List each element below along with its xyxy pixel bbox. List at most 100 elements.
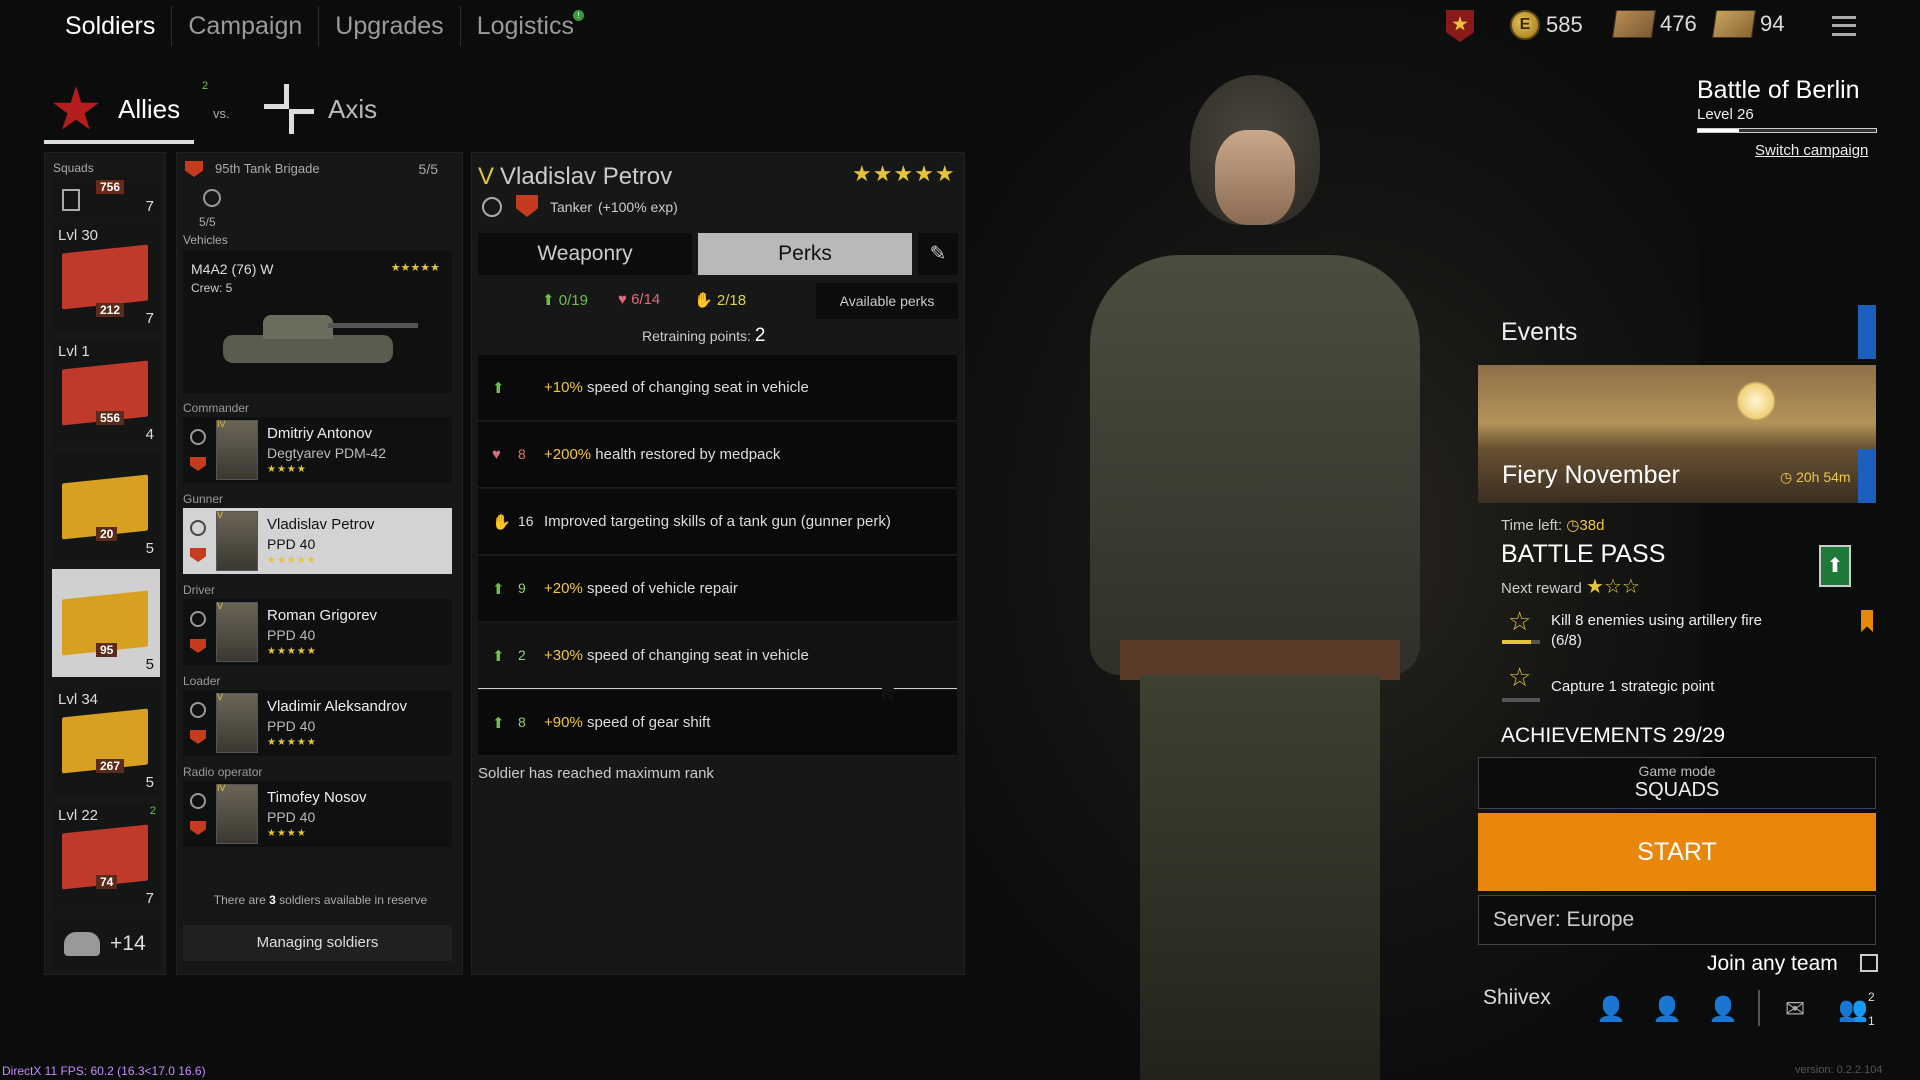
rank-badge-icon (190, 548, 206, 562)
tab-perks[interactable]: Perks (698, 233, 912, 275)
squad-card-1[interactable]: 756 7 (52, 177, 160, 219)
perk-description: +10% speed of changing seat in vehicle (544, 379, 809, 396)
soldier-stars: ★★★★★ (267, 555, 317, 566)
perk-row[interactable]: ⬆ +10% speed of changing seat in vehicle (478, 355, 957, 421)
event-accent-bar (1858, 449, 1876, 503)
soldier-row-commander[interactable]: IV Dmitriy Antonov Degtyarev PDM-42 ★★★★ (183, 417, 452, 483)
tab-campaign[interactable]: Campaign (172, 6, 320, 46)
faction-axis[interactable]: Axis (262, 82, 392, 138)
squad-card-7[interactable]: Lvl 22 2 74 7 (52, 803, 160, 911)
list-icon (62, 189, 80, 211)
squad-badge: 2 (149, 805, 156, 817)
coins[interactable]: E 585 (1510, 10, 1583, 40)
tab-upgrades[interactable]: Upgrades (319, 6, 461, 46)
role-driver: Driver (183, 583, 215, 597)
soldier-portrait (216, 784, 258, 844)
tab-soldiers[interactable]: Soldiers (50, 6, 173, 46)
steering-wheel-icon (203, 189, 221, 207)
more-squads-count: +14 (110, 932, 146, 955)
squad-card-6[interactable]: Lvl 34 267 5 (52, 687, 160, 795)
tab-logistics[interactable]: Logistics! (461, 6, 590, 46)
perk-row[interactable]: ⬆ 8 +90% speed of gear shift (478, 690, 957, 756)
join-any-team-checkbox[interactable] (1860, 954, 1878, 972)
perk-stat-handling: ✋ 2/18 (694, 291, 746, 309)
vehicle-crew: Crew: 5 (191, 281, 233, 295)
boot-icon: ⬆ (492, 581, 505, 598)
tickets-b[interactable]: 94 (1712, 10, 1784, 38)
soldier-row-radio-operator[interactable]: IV Timofey Nosov PPD 40 ★★★★ (183, 781, 452, 847)
soldier-name: Roman Grigorev (267, 607, 378, 624)
perk-text: speed of vehicle repair (582, 580, 738, 597)
perk-description: +30% speed of changing seat in vehicle (544, 647, 809, 664)
rank-badge-icon (190, 821, 206, 835)
perk-stat-mobility: ⬆ 0/19 (542, 291, 588, 309)
available-perks-button[interactable]: Available perks (816, 283, 958, 319)
perk-text: speed of changing seat in vehicle (582, 379, 809, 396)
soldier-row-driver[interactable]: V Roman Grigorev PPD 40 ★★★★★ (183, 599, 452, 665)
rank-badge-icon (190, 457, 206, 471)
game-mode-selector[interactable]: Game mode SQUADS (1478, 757, 1876, 809)
brigade-capacity: 5/5 (418, 161, 438, 177)
soldier-title-stars: ★★★★★ (852, 161, 956, 186)
heart-icon: ♥ (618, 291, 627, 308)
perk-row[interactable]: ♥ 8 +200% health restored by medpack (478, 422, 957, 488)
main-nav: Soldiers Campaign Upgrades Logistics! (50, 0, 590, 52)
vehicle-card[interactable]: M4A2 (76) W ★★★★★ Crew: 5 (183, 251, 452, 393)
battle-pass-upgrade-icon[interactable]: ⬆ (1819, 545, 1851, 587)
perk-row[interactable]: ⬆ 9 +20% speed of vehicle repair (478, 556, 957, 622)
tickets-a[interactable]: 476 (1612, 10, 1697, 38)
soldier-name: Vladislav Petrov (267, 516, 375, 533)
friends-icon[interactable]: 👥 (1836, 995, 1870, 1025)
squads-panel: Squads 756 7 Lvl 30 212 7 Lvl 1 556 4 20… (44, 152, 166, 975)
squad-card-2[interactable]: Lvl 30 212 7 (52, 223, 160, 331)
squad-card-4[interactable]: 20 5 (52, 453, 160, 561)
soldier-stars: ★★★★★ (267, 737, 317, 748)
perk-row[interactable]: ✋ 16 Improved targeting skills of a tank g… (478, 489, 957, 555)
add-friend-icon[interactable]: 👤 (1650, 995, 1684, 1025)
more-squads-button[interactable]: +14 (52, 918, 160, 970)
heart-icon: ♥ (492, 446, 501, 463)
perk-description: +20% speed of vehicle repair (544, 580, 738, 597)
battle-pass-title[interactable]: BATTLE PASS (1501, 540, 1665, 569)
squad-card-3[interactable]: Lvl 1 556 4 (52, 339, 160, 447)
mail-icon[interactable]: ✉ (1778, 995, 1812, 1025)
squad-level: Lvl 22 (58, 807, 99, 824)
rank-badge-icon (190, 730, 206, 744)
soldier-model (1040, 75, 1470, 1080)
soldier-class: Tanker (550, 199, 593, 215)
people-icon (64, 932, 100, 956)
bookmark-icon[interactable] (1861, 610, 1873, 632)
start-button[interactable]: START (1478, 813, 1876, 891)
edit-button[interactable]: ✎ (918, 233, 958, 275)
time-left-value: 38d (1579, 517, 1605, 534)
perk-text: health restored by medpack (591, 446, 781, 463)
squads-header: Squads (53, 161, 94, 175)
soldier-row-gunner-selected[interactable]: V Vladislav Petrov PPD 40 ★★★★★ (183, 508, 452, 574)
squad-number: 212 (96, 303, 125, 317)
soldier-weapon: PPD 40 (267, 536, 316, 552)
retraining-value: 2 (754, 325, 766, 346)
task-star-icon: ☆ (1508, 606, 1532, 636)
perk-row-hovered[interactable]: ⬆ 2 +30% speed of changing seat in vehicle (478, 623, 957, 689)
event-banner[interactable]: Fiery November ◷ 20h 54m (1478, 365, 1876, 503)
retraining-label: Retraining points: (642, 328, 751, 344)
join-any-team-label: Join any team (1707, 952, 1838, 975)
username[interactable]: Shiivex (1483, 986, 1551, 1010)
rank-badge-icon (516, 195, 538, 217)
squad-number: 74 (96, 875, 118, 889)
add-friend-icon[interactable]: 👤 (1706, 995, 1740, 1025)
steering-wheel-icon (190, 520, 206, 536)
tab-weaponry[interactable]: Weaponry (478, 233, 692, 275)
switch-campaign-link[interactable]: Switch campaign (1755, 142, 1868, 159)
faction-allies[interactable]: Allies 2 (44, 80, 208, 144)
perk-cost: 2 (518, 647, 526, 663)
menu-icon[interactable] (1832, 16, 1856, 36)
soldier-row-loader[interactable]: V Vladimir Aleksandrov PPD 40 ★★★★★ (183, 690, 452, 756)
squad-card-5-selected[interactable]: 95 5 (52, 569, 160, 677)
server-selector[interactable]: Server: Europe (1478, 895, 1876, 945)
rank-badge-icon (190, 639, 206, 653)
add-friend-icon[interactable]: 👤 (1594, 995, 1628, 1025)
managing-soldiers-button[interactable]: Managing soldiers (183, 925, 452, 961)
achievements-title[interactable]: ACHIEVEMENTS 29/29 (1501, 724, 1725, 748)
time-left-label: Time left: (1501, 517, 1563, 534)
